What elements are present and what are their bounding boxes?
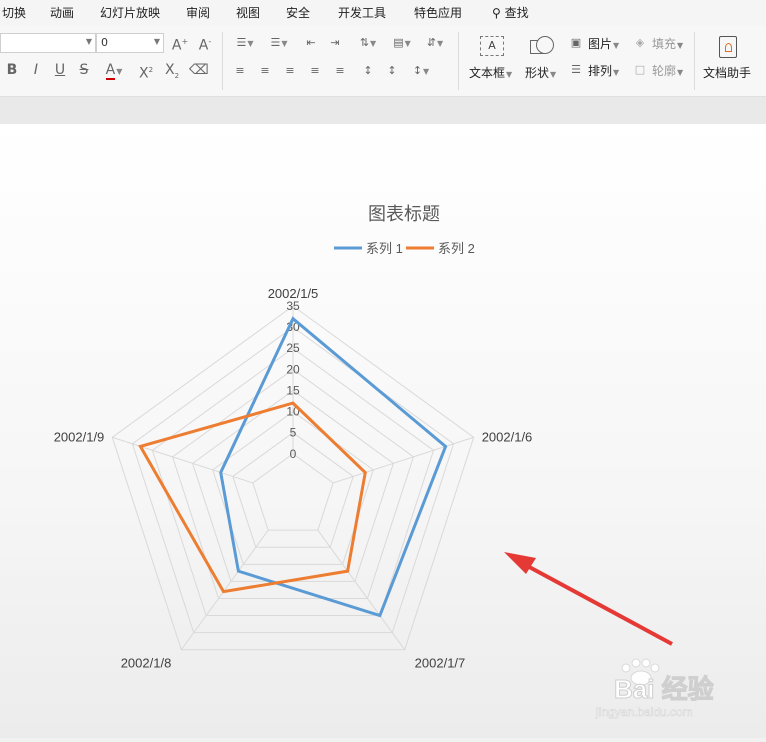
ribbon-divider — [222, 32, 223, 90]
underline-icon[interactable]: U — [52, 62, 68, 78]
menu-view[interactable]: 视图 — [236, 4, 260, 21]
layers-icon: ☰ — [571, 63, 581, 76]
menu-features[interactable]: 特色应用 — [414, 4, 462, 21]
menu-bar: 切换 动画 幻灯片放映 审阅 视图 安全 开发工具 特色应用 ⚲ 查找 — [0, 0, 766, 26]
font-size-value: 0 — [101, 36, 108, 49]
menu-animation[interactable]: 动画 — [50, 4, 74, 21]
align-center-icon[interactable]: ≡ — [257, 63, 273, 79]
tick-label: 35 — [286, 299, 300, 313]
doc-helper-button[interactable]: 文档助手 — [702, 32, 762, 92]
bold-icon[interactable]: B — [4, 62, 20, 78]
arrow-head — [504, 552, 536, 574]
outline-icon: □ — [634, 63, 646, 76]
column-spacing-icon[interactable]: ↕▼ — [408, 63, 434, 80]
search-icon: ⚲ — [492, 6, 501, 20]
grow-font-icon[interactable]: A+ — [171, 34, 189, 54]
shape-button[interactable]: 形状▼ — [524, 32, 564, 92]
tick-label: 25 — [286, 341, 300, 355]
chevron-down-icon: ▼ — [153, 37, 160, 46]
baidu-paw-logo: Bai 经验 jingyan.baidu.com — [595, 658, 714, 719]
textbox-button[interactable]: A 文本框▼ — [468, 32, 518, 92]
fill-button[interactable]: ◈ 填充▼ — [632, 35, 692, 53]
bullet-list-icon[interactable]: ☰▼ — [232, 35, 258, 52]
distribute-icon[interactable]: ≡ — [332, 63, 348, 79]
shrink-font-icon[interactable]: A- — [196, 34, 214, 54]
arrange-label: 排列▼ — [588, 64, 620, 78]
doc-helper-label: 文档助手 — [703, 66, 752, 80]
paragraph-spacing-icon[interactable]: ↕ — [384, 63, 400, 79]
italic-icon[interactable]: I — [28, 62, 44, 78]
legend-label-series1: 系列 1 — [366, 241, 403, 256]
category-label: 2002/1/7 — [415, 656, 466, 671]
align-left-icon[interactable]: ≡ — [232, 63, 248, 79]
chart-title: 图表标题 — [368, 204, 440, 224]
clear-format-icon[interactable]: ⌫ — [189, 62, 209, 78]
series-line-2 — [138, 401, 367, 594]
convert-smartart-icon[interactable]: ⇵▼ — [422, 35, 448, 52]
slide-canvas: 图表标题 系列 1 系列 2 0 5 10 15 20 25 30 35 2002/1/5 20… — [0, 124, 766, 738]
arrange-button[interactable]: ☰ 排列▼ — [568, 62, 628, 80]
increase-indent-icon[interactable]: ⇥ — [326, 35, 344, 51]
ribbon-toolbar: ▼ 0 ▼ A+ A- B I U S A▼ X2 X2 ⌫ ☰▼ ☰▼ ⇤ ⇥… — [0, 26, 766, 97]
paint-bucket-icon: ◈ — [635, 36, 645, 49]
tick-label: 15 — [286, 383, 300, 397]
arrow-shaft — [519, 560, 673, 646]
outline-button[interactable]: □ 轮廓▼ — [632, 62, 692, 80]
category-label: 2002/1/9 — [54, 429, 105, 444]
workspace-gap — [0, 97, 766, 124]
radar-grid — [111, 305, 475, 651]
shape-label: 形状▼ — [525, 66, 557, 80]
grid-ring — [252, 453, 334, 531]
strikethrough-icon[interactable]: S — [76, 62, 92, 78]
category-label: 2002/1/5 — [268, 286, 319, 301]
annotation-arrow — [504, 552, 673, 646]
grid-spoke — [317, 529, 406, 651]
align-right-icon[interactable]: ≡ — [282, 63, 298, 79]
menu-slideshow[interactable]: 幻灯片放映 — [100, 4, 160, 21]
chart-legend: 系列 1 系列 2 — [334, 241, 475, 256]
ribbon-divider — [458, 32, 459, 90]
document-icon — [719, 36, 737, 58]
textbox-icon: A — [480, 36, 504, 56]
menu-search[interactable]: ⚲ 查找 — [492, 4, 529, 21]
textbox-label: 文本框▼ — [469, 66, 513, 80]
line-spacing-icon[interactable]: ↕ — [360, 63, 376, 79]
picture-button[interactable]: ▣ 图片▼ — [568, 35, 628, 53]
baidu-watermark: Bai 经验 jingyan.baidu.com — [566, 650, 726, 720]
font-name-select[interactable]: ▼ — [0, 33, 96, 53]
shapes-icon — [530, 36, 554, 58]
tick-label: 5 — [290, 426, 297, 440]
superscript-icon[interactable]: X2 — [136, 62, 156, 82]
picture-label: 图片▼ — [588, 37, 620, 51]
font-color-icon[interactable]: A▼ — [102, 62, 126, 80]
decrease-indent-icon[interactable]: ⇤ — [302, 35, 320, 51]
tick-label: 20 — [286, 362, 300, 376]
align-text-icon[interactable]: ▤▼ — [389, 35, 415, 52]
menu-security[interactable]: 安全 — [286, 4, 310, 21]
category-label: 2002/1/6 — [482, 429, 533, 444]
picture-icon: ▣ — [570, 36, 582, 49]
numbered-list-icon[interactable]: ☰▼ — [266, 35, 292, 52]
tick-label: 0 — [290, 447, 297, 461]
watermark-logo-text: Bai 经验 — [614, 674, 714, 704]
justify-icon[interactable]: ≡ — [307, 63, 323, 79]
menu-review[interactable]: 审阅 — [186, 4, 210, 21]
watermark-url: jingyan.baidu.com — [595, 705, 693, 719]
subscript-icon[interactable]: X2 — [162, 62, 182, 84]
menu-developer[interactable]: 开发工具 — [338, 4, 386, 21]
menu-search-label: 查找 — [504, 6, 529, 20]
text-direction-icon[interactable]: ⇅▼ — [355, 35, 381, 52]
outline-label: 轮廓▼ — [652, 64, 684, 78]
chevron-down-icon: ▼ — [85, 37, 92, 46]
menu-transition[interactable]: 切换 — [2, 4, 26, 21]
fill-label: 填充▼ — [652, 37, 684, 51]
font-size-select[interactable]: 0 ▼ — [96, 33, 164, 53]
legend-label-series2: 系列 2 — [438, 241, 475, 256]
category-label: 2002/1/8 — [121, 656, 172, 671]
grid-spoke — [112, 436, 253, 484]
ribbon-divider — [694, 32, 695, 90]
